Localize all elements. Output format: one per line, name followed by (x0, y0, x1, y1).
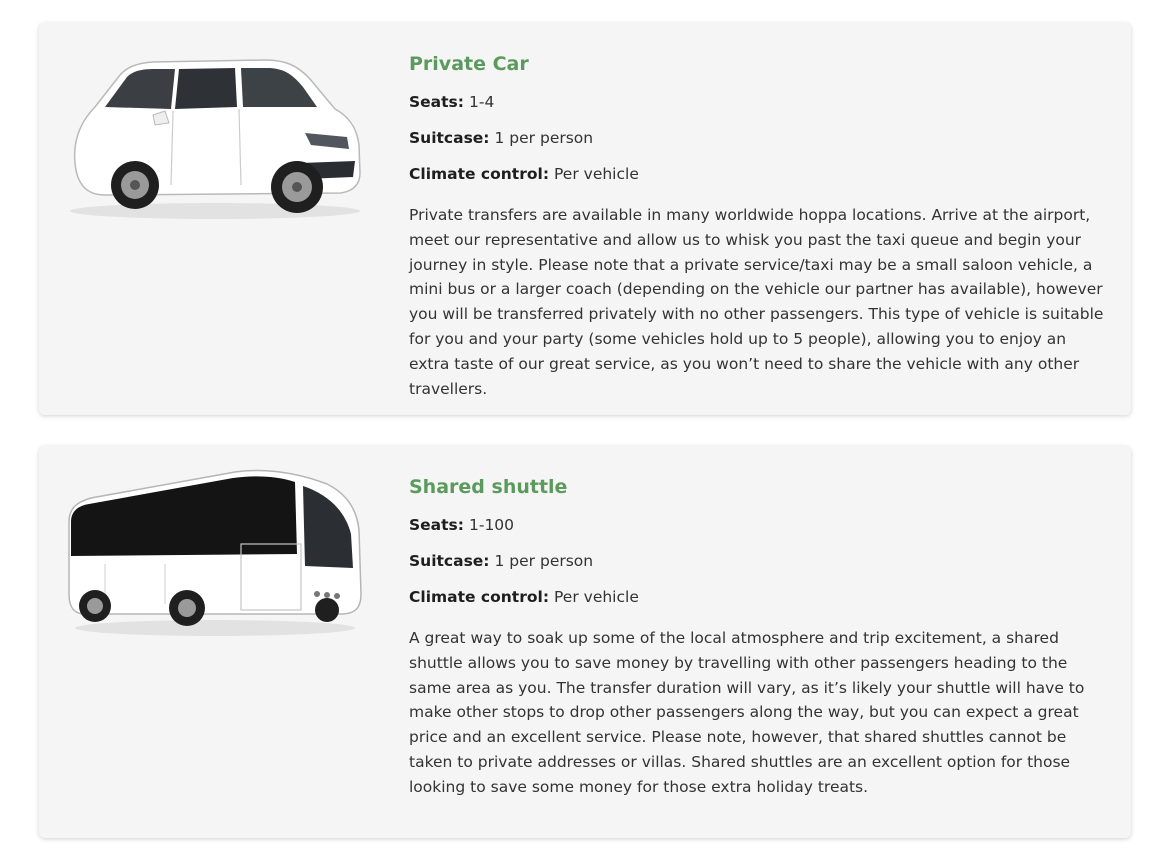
suitcase-row: Suitcase: 1 per person (409, 127, 1109, 149)
seats-row: Seats: 1-4 (409, 91, 1109, 113)
seats-value: 1-4 (468, 93, 495, 111)
seats-label: Seats: (409, 93, 464, 111)
suitcase-label: Suitcase: (409, 129, 490, 147)
vehicle-description: A great way to soak up some of the local… (409, 629, 1085, 796)
private-car-image (70, 59, 361, 219)
seats-label: Seats: (409, 516, 464, 534)
seats-value: 1-100 (468, 516, 515, 534)
shared-shuttle-image (68, 469, 362, 636)
seats-row: Seats: 1-100 (409, 514, 1109, 536)
vehicle-title: Shared shuttle (409, 476, 568, 498)
climate-control-row: Climate control: Per vehicle (409, 163, 1109, 185)
suitcase-value: 1 per person (494, 129, 594, 147)
climate-control-label: Climate control: (409, 588, 550, 606)
climate-control-row: Climate control: Per vehicle (409, 586, 1109, 608)
suitcase-row: Suitcase: 1 per person (409, 550, 1109, 572)
vehicle-title: Private Car (409, 53, 529, 75)
climate-control-value: Per vehicle (554, 588, 639, 606)
suitcase-label: Suitcase: (409, 552, 490, 570)
vehicle-card-private-car: Private Car Seats: 1-4 Suitcase: 1 per per… (39, 23, 1131, 415)
vehicle-card-shared-shuttle: Shared shuttle Seats: 1-100 Suitcase: 1 pe… (39, 446, 1131, 838)
suitcase-value: 1 per person (494, 552, 594, 570)
vehicle-info: Private Car Seats: 1-4 Suitcase: 1 per per… (409, 51, 1109, 401)
vehicle-description: Private transfers are available in many … (409, 206, 1104, 398)
vehicle-info: Shared shuttle Seats: 1-100 Suitcase: 1 pe… (409, 474, 1109, 800)
climate-control-label: Climate control: (409, 165, 550, 183)
climate-control-value: Per vehicle (554, 165, 639, 183)
